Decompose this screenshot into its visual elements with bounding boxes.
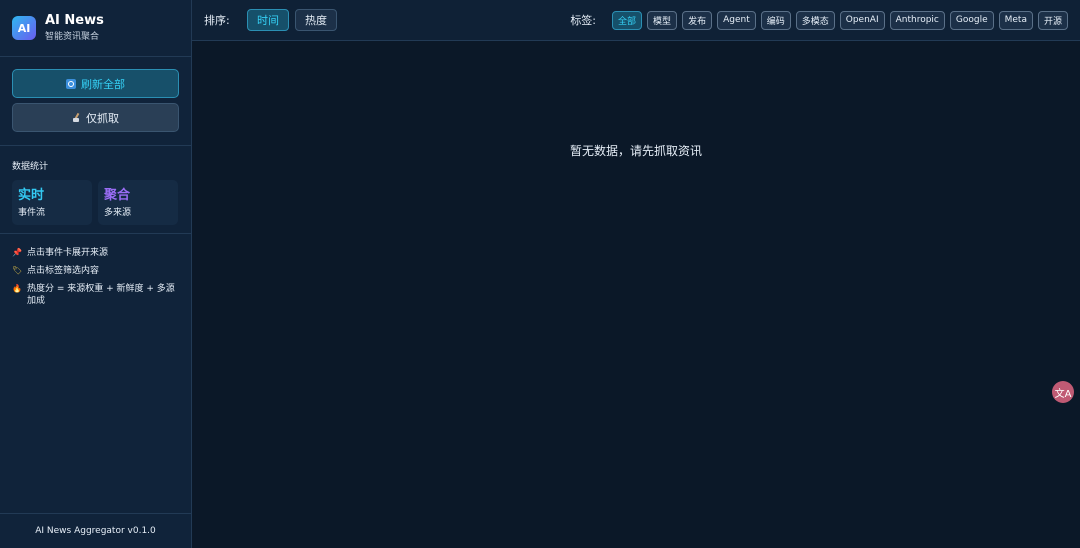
tip-item: 🔥 热度分 = 来源权重 + 新鲜度 + 多源加成 <box>12 283 179 307</box>
tag-icon: 🏷 <box>12 266 23 275</box>
sort-by-heat-button[interactable]: 热度 <box>295 9 337 31</box>
sidebar: AI AI News 智能资讯聚合 刷新全部 仅抓取 数据统计 实时 事件流 聚… <box>0 0 192 548</box>
stat-value: 实时 <box>18 188 45 203</box>
stat-label: 事件流 <box>18 208 46 218</box>
stat-card-aggregate: 聚合 多来源 <box>98 180 178 225</box>
tip-item: 🏷 点击标签筛选内容 <box>12 265 179 277</box>
tag-release[interactable]: 发布 <box>682 10 713 30</box>
tag-coding[interactable]: 编码 <box>760 10 791 30</box>
app-logo: AI <box>12 16 36 40</box>
app-subtitle: 智能资讯聚合 <box>45 32 100 42</box>
sidebar-actions: 刷新全部 仅抓取 <box>0 57 191 146</box>
tag-agent[interactable]: Agent <box>717 10 756 30</box>
tip-text: 热度分 = 来源权重 + 新鲜度 + 多源加成 <box>27 284 175 306</box>
refresh-icon <box>66 78 76 89</box>
tips-section: 📌 点击事件卡展开来源 🏷 点击标签筛选内容 🔥 热度分 = 来源权重 + 新鲜… <box>0 234 191 326</box>
fire-icon: 🔥 <box>12 284 22 293</box>
translate-icon[interactable]: 文A <box>1052 381 1074 403</box>
tag-meta[interactable]: Meta <box>998 10 1033 30</box>
tip-text: 点击事件卡展开来源 <box>27 248 109 258</box>
tag-all[interactable]: 全部 <box>612 10 643 30</box>
tag-filter-label: 标签: <box>570 14 597 27</box>
version-footer: AI News Aggregator v0.1.0 <box>0 513 191 548</box>
pin-icon: 📌 <box>12 248 22 257</box>
refresh-all-button[interactable]: 刷新全部 <box>12 69 179 98</box>
sort-label: 排序: <box>204 14 230 27</box>
tip-text: 点击标签筛选内容 <box>27 266 100 276</box>
tag-openai[interactable]: OpenAI <box>839 10 885 30</box>
sort-by-time-button[interactable]: 时间 <box>247 9 289 31</box>
fetch-only-button[interactable]: 仅抓取 <box>12 103 179 132</box>
refresh-all-label: 刷新全部 <box>81 77 125 91</box>
broom-icon <box>72 113 81 123</box>
stats-title: 数据统计 <box>12 162 49 172</box>
empty-state-message: 暂无数据，请先抓取资讯 <box>569 144 702 158</box>
tag-filter-list: 全部 模型 发布 Agent 编码 多模态 OpenAI Anthropic G… <box>612 10 1068 30</box>
app-title: AI News <box>45 13 104 28</box>
tip-item: 📌 点击事件卡展开来源 <box>12 247 179 259</box>
stats-section: 数据统计 实时 事件流 聚合 多来源 <box>0 146 191 234</box>
tag-open-source[interactable]: 开源 <box>1037 10 1068 30</box>
stat-card-realtime: 实时 事件流 <box>12 180 92 225</box>
tag-model[interactable]: 模型 <box>647 10 678 30</box>
stat-label: 多来源 <box>104 208 132 218</box>
toolbar: 排序: 时间 热度 标签: 全部 模型 发布 Agent 编码 多模态 Open… <box>192 0 1080 41</box>
tag-google[interactable]: Google <box>949 10 994 30</box>
brand: AI AI News 智能资讯聚合 <box>0 0 191 57</box>
tag-multimodal[interactable]: 多模态 <box>795 10 835 30</box>
tag-anthropic[interactable]: Anthropic <box>889 10 945 30</box>
fetch-only-label: 仅抓取 <box>86 111 119 125</box>
stat-value: 聚合 <box>104 188 131 203</box>
